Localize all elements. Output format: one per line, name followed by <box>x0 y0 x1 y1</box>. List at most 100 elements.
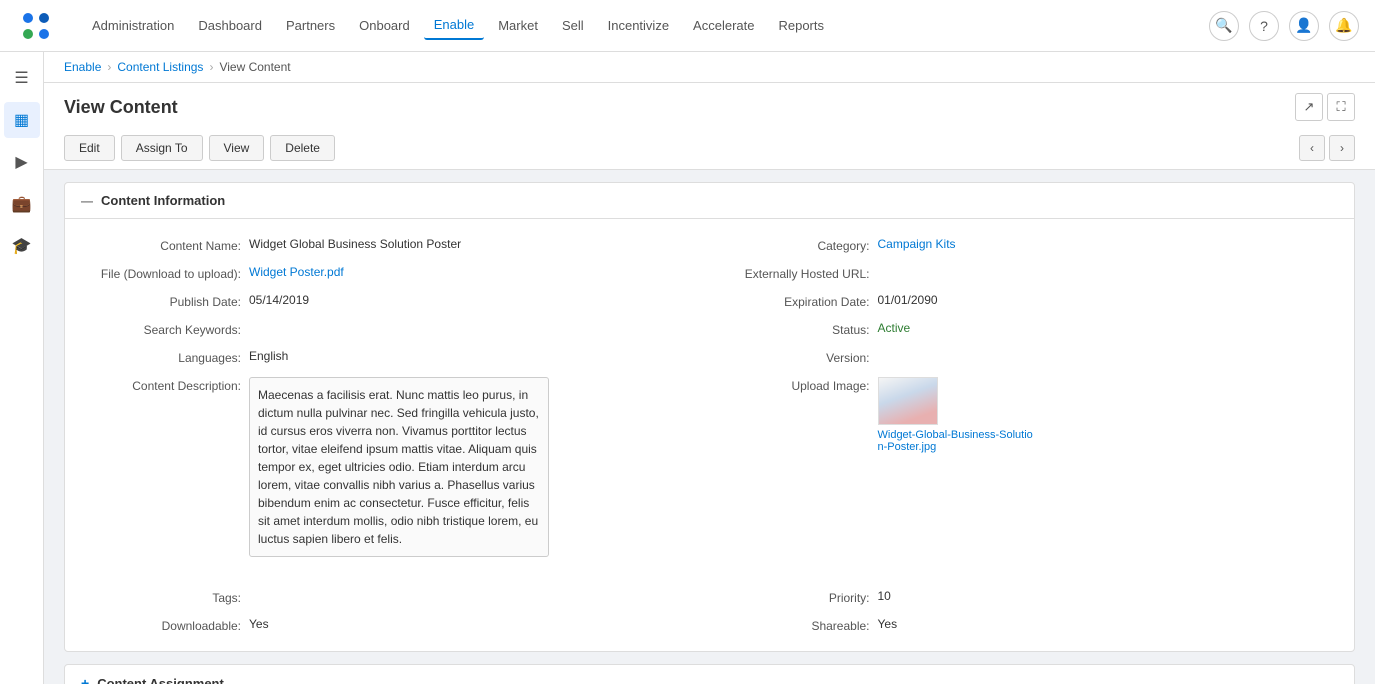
field-version: Version: <box>710 343 1339 371</box>
value-description: Maecenas a facilisis erat. Nunc mattis l… <box>249 377 549 557</box>
fullscreen-button[interactable]: ⛶ <box>1327 93 1355 121</box>
section-header: — Content Information <box>65 183 1354 219</box>
upload-image-area: Widget-Global-Business-Solution-Poster.j… <box>878 377 1038 453</box>
notification-icon-button[interactable]: 🔔 <box>1329 11 1359 41</box>
field-upload-image: Upload Image: Widget-Global-Business-Sol… <box>710 371 1339 459</box>
label-publish-date: Publish Date: <box>89 293 249 309</box>
label-search-keywords: Search Keywords: <box>89 321 249 337</box>
logo-area <box>16 6 62 46</box>
category-link[interactable]: Campaign Kits <box>878 237 956 251</box>
nav-administration[interactable]: Administration <box>82 12 184 39</box>
collapse-icon[interactable]: — <box>81 194 93 208</box>
breadcrumb-enable[interactable]: Enable <box>64 60 101 74</box>
nav-market[interactable]: Market <box>488 12 548 39</box>
delete-button[interactable]: Delete <box>270 135 335 161</box>
field-priority: Priority: 10 <box>710 583 1339 611</box>
value-priority: 10 <box>878 589 891 603</box>
value-status: Active <box>878 321 911 335</box>
label-languages: Languages: <box>89 349 249 365</box>
sidebar-briefcase-icon[interactable]: 💼 <box>4 186 40 222</box>
nav-accelerate[interactable]: Accelerate <box>683 12 764 39</box>
field-expiration-date: Expiration Date: 01/01/2090 <box>710 287 1339 315</box>
field-category: Category: Campaign Kits <box>710 231 1339 259</box>
form-grid: Content Name: Widget Global Business Sol… <box>65 219 1354 575</box>
page-title-row: View Content ↗ ⛶ <box>44 83 1375 127</box>
breadcrumb: Enable › Content Listings › View Content <box>64 60 291 74</box>
label-upload-image: Upload Image: <box>718 377 878 393</box>
value-languages: English <box>249 349 288 363</box>
content-information-section: — Content Information Content Name: Widg… <box>64 182 1355 652</box>
value-downloadable: Yes <box>249 617 269 631</box>
label-shareable: Shareable: <box>718 617 878 633</box>
main-layout: ☰ ▦ ▶ 💼 🎓 Enable › Content Listings › Vi… <box>0 52 1375 684</box>
assign-to-button[interactable]: Assign To <box>121 135 203 161</box>
value-publish-date: 05/14/2019 <box>249 293 309 307</box>
image-filename-link[interactable]: Widget-Global-Business-Solution-Poster.j… <box>878 429 1038 453</box>
nav-reports[interactable]: Reports <box>768 12 834 39</box>
page-actions: ↗ ⛶ <box>1295 93 1355 121</box>
top-navigation: Administration Dashboard Partners Onboar… <box>0 0 1375 52</box>
prev-button[interactable]: ‹ <box>1299 135 1325 161</box>
label-version: Version: <box>718 349 878 365</box>
label-file-download: File (Download to upload): <box>89 265 249 281</box>
label-priority: Priority: <box>718 589 878 605</box>
breadcrumb-content-listings[interactable]: Content Listings <box>117 60 203 74</box>
field-languages: Languages: English <box>81 343 710 371</box>
field-description: Content Description: Maecenas a facilisi… <box>81 371 710 563</box>
right-column: Category: Campaign Kits Externally Hoste… <box>710 231 1339 563</box>
nav-links: Administration Dashboard Partners Onboar… <box>82 11 1209 40</box>
label-category: Category: <box>718 237 878 253</box>
nav-partners[interactable]: Partners <box>276 12 345 39</box>
plus-icon: + <box>81 675 89 684</box>
help-icon-button[interactable]: ? <box>1249 11 1279 41</box>
left-column: Content Name: Widget Global Business Sol… <box>81 231 710 563</box>
field-tags: Tags: <box>81 583 710 611</box>
nav-onboard[interactable]: Onboard <box>349 12 420 39</box>
next-button[interactable]: › <box>1329 135 1355 161</box>
field-status: Status: Active <box>710 315 1339 343</box>
label-status: Status: <box>718 321 878 337</box>
popout-button[interactable]: ↗ <box>1295 93 1323 121</box>
breadcrumb-sep-1: › <box>107 60 111 74</box>
edit-button[interactable]: Edit <box>64 135 115 161</box>
field-content-name: Content Name: Widget Global Business Sol… <box>81 231 710 259</box>
section-title: Content Information <box>101 193 225 208</box>
nav-sell[interactable]: Sell <box>552 12 594 39</box>
sidebar-menu-icon[interactable]: ☰ <box>4 60 40 96</box>
nav-enable[interactable]: Enable <box>424 11 484 40</box>
assignment-header[interactable]: + Content Assignment <box>65 665 1354 684</box>
sidebar-graduation-icon[interactable]: 🎓 <box>4 228 40 264</box>
user-icon-button[interactable]: 👤 <box>1289 11 1319 41</box>
action-buttons: Edit Assign To View Delete <box>64 135 335 161</box>
field-downloadable: Downloadable: Yes <box>81 611 710 639</box>
sidebar-grid-icon[interactable]: ▦ <box>4 102 40 138</box>
file-download-link[interactable]: Widget Poster.pdf <box>249 265 344 279</box>
content-assignment-section: + Content Assignment <box>64 664 1355 684</box>
bottom-left: Tags: Downloadable: Yes <box>81 583 710 639</box>
field-shareable: Shareable: Yes <box>710 611 1339 639</box>
label-expiration-date: Expiration Date: <box>718 293 878 309</box>
label-content-name: Content Name: <box>89 237 249 253</box>
sidebar: ☰ ▦ ▶ 💼 🎓 <box>0 52 44 684</box>
field-publish-date: Publish Date: 05/14/2019 <box>81 287 710 315</box>
label-description: Content Description: <box>89 377 249 393</box>
field-search-keywords: Search Keywords: <box>81 315 710 343</box>
content-area: Enable › Content Listings › View Content… <box>44 52 1375 684</box>
nav-dashboard[interactable]: Dashboard <box>188 12 272 39</box>
value-expiration-date: 01/01/2090 <box>878 293 938 307</box>
nav-incentivize[interactable]: Incentivize <box>598 12 679 39</box>
nav-right-icons: 🔍 ? 👤 🔔 <box>1209 11 1359 41</box>
page-title: View Content <box>64 97 178 118</box>
label-hosted-url: Externally Hosted URL: <box>718 265 878 281</box>
search-icon-button[interactable]: 🔍 <box>1209 11 1239 41</box>
breadcrumb-current: View Content <box>219 60 290 74</box>
bottom-right: Priority: 10 Shareable: Yes <box>710 583 1339 639</box>
view-button[interactable]: View <box>209 135 265 161</box>
breadcrumb-sep-2: › <box>209 60 213 74</box>
logo-icon <box>16 6 56 46</box>
pagination-buttons: ‹ › <box>1299 135 1355 161</box>
value-shareable: Yes <box>878 617 898 631</box>
value-file-download: Widget Poster.pdf <box>249 265 344 279</box>
sidebar-video-icon[interactable]: ▶ <box>4 144 40 180</box>
section-footer: Tags: Downloadable: Yes Priority: 10 Sha… <box>65 575 1354 651</box>
